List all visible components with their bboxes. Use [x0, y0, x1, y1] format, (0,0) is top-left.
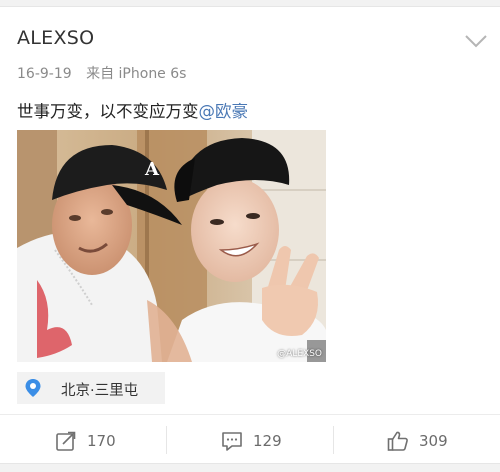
action-bar: 170 129 309	[0, 414, 500, 464]
mention-link[interactable]: @欧豪	[199, 102, 249, 121]
location-pin-icon	[25, 379, 41, 397]
post-username[interactable]: ALEXSO	[17, 27, 94, 49]
selfie-photo-image: A	[17, 130, 326, 362]
repost-icon	[56, 431, 76, 451]
post-meta: 16-9-19 来自 iPhone 6s	[17, 63, 186, 83]
like-button[interactable]: 309	[334, 415, 500, 465]
location-tag[interactable]: 北京·三里屯	[17, 372, 165, 404]
post-text: 世事万变，以不变应万变@欧豪	[17, 98, 248, 122]
repost-button[interactable]: 170	[0, 415, 166, 465]
repost-count: 170	[87, 432, 116, 450]
post-source: 来自 iPhone 6s	[86, 66, 187, 82]
svg-text:A: A	[144, 159, 160, 180]
comment-icon	[222, 432, 242, 451]
location-label: 北京·三里屯	[61, 383, 139, 399]
thumbs-up-icon	[387, 431, 408, 451]
weibo-post-card: ALEXSO 16-9-19 来自 iPhone 6s 世事万变，以不变应万变@…	[0, 6, 500, 464]
chevron-down-icon[interactable]	[464, 33, 488, 49]
post-text-body: 世事万变，以不变应万变	[17, 102, 199, 121]
post-photo[interactable]: A @ALEXSO	[17, 130, 326, 362]
comment-count: 129	[253, 432, 282, 450]
post-date: 16-9-19	[17, 66, 72, 82]
like-count: 309	[419, 432, 448, 450]
photo-watermark: @ALEXSO	[277, 349, 322, 359]
comment-button[interactable]: 129	[167, 415, 333, 465]
